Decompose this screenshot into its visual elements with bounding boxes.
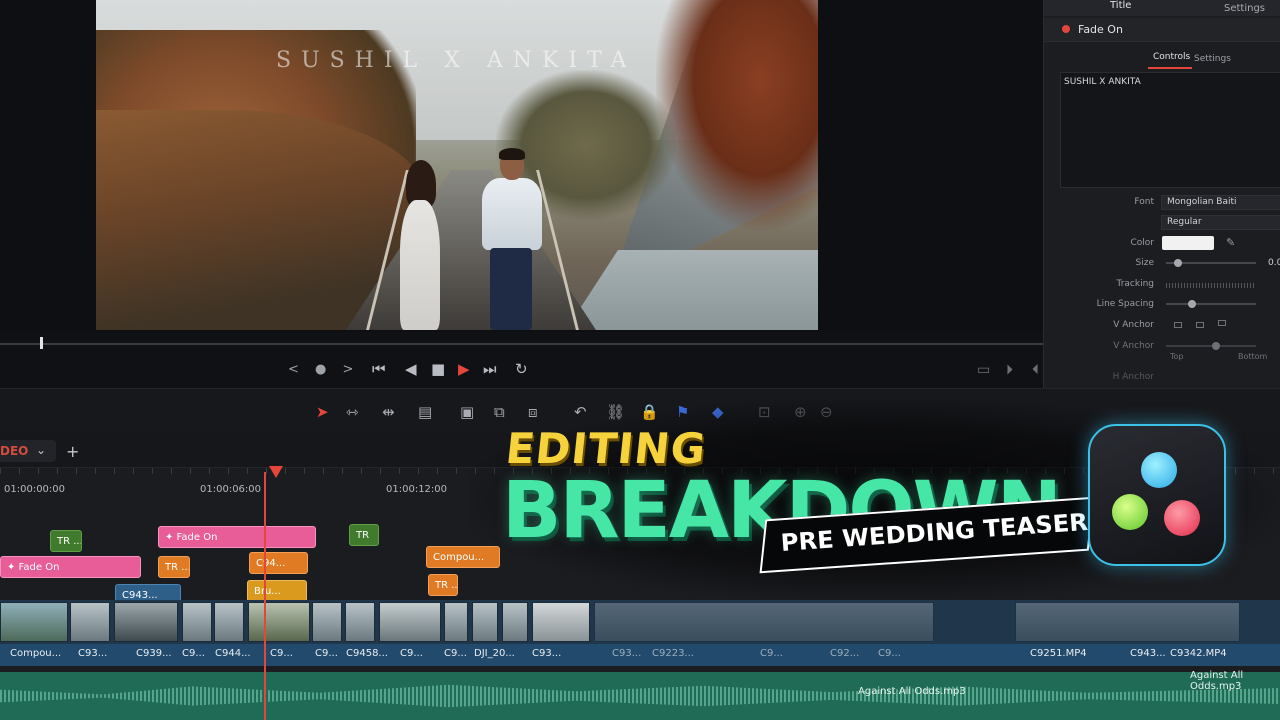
video-clip-label[interactable]: C9342.MP4: [1170, 648, 1227, 659]
video-clip-labels: Compou... C93... C939... C9... C944... C…: [0, 644, 1280, 666]
trim-tool-icon[interactable]: ⇿: [346, 403, 359, 421]
clip-fade-on-1[interactable]: ✦ Fade On: [0, 556, 141, 578]
person-man: [476, 148, 546, 330]
anchor-bottom-toggle[interactable]: [1218, 320, 1226, 326]
davinci-resolve-logo-icon: [1088, 424, 1226, 566]
tab-sub-settings[interactable]: Settings: [1194, 54, 1231, 64]
first-frame-icon[interactable]: ⏮: [372, 360, 386, 378]
tab-controls[interactable]: Controls: [1153, 52, 1190, 62]
tracking-slider[interactable]: [1166, 283, 1256, 288]
video-clip-label[interactable]: C9223...: [652, 648, 694, 659]
loop-icon[interactable]: ↻: [515, 360, 528, 378]
video-clip-label[interactable]: C9458...: [346, 648, 388, 659]
timecode-2: 01:00:12:00: [386, 484, 448, 495]
clip-bru[interactable]: Bru...: [247, 580, 307, 602]
line-spacing-slider[interactable]: [1166, 300, 1256, 308]
inspector-panel: Title Settings Fade On Controls Settings…: [1043, 0, 1280, 420]
v-anchor-slider[interactable]: [1166, 342, 1256, 350]
play-icon[interactable]: ▶: [458, 360, 470, 378]
anchor-middle-toggle[interactable]: [1196, 322, 1204, 328]
overlay-banner-text: PRE WEDDING TEASER: [779, 508, 1089, 557]
video-clip-label[interactable]: Compou...: [10, 648, 61, 659]
clip-tr-4[interactable]: TR ...: [428, 574, 458, 596]
video-clip-label[interactable]: C9...: [315, 648, 338, 659]
prev-edit-icon[interactable]: ⏴: [1032, 362, 1039, 378]
scrubber-playhead[interactable]: [40, 337, 43, 349]
timeline-playhead[interactable]: [264, 472, 266, 720]
color-swatch[interactable]: [1162, 236, 1214, 250]
video-clip-label[interactable]: C93...: [532, 648, 561, 659]
chevron-down-icon[interactable]: ⌄: [36, 443, 46, 457]
davinci-resolve-window: SUSHIL X ANKITA < ● > ⏮ ◀ ■ ▶ ⏭ ↻ ▭ ⏵ ⏴ …: [0, 0, 1280, 720]
video-preview[interactable]: SUSHIL X ANKITA: [96, 0, 818, 330]
video-clip-label[interactable]: C9...: [182, 648, 205, 659]
size-label: Size: [1135, 258, 1154, 268]
video-title-text: SUSHIL X ANKITA: [276, 48, 637, 73]
audio-track-a1[interactable]: [0, 672, 1280, 720]
transport-controls: ⏮ ◀ ■ ▶ ⏭ ↻: [0, 352, 1055, 386]
font-label: Font: [1134, 197, 1154, 207]
effect-enable-toggle[interactable]: [1062, 25, 1070, 33]
dynamic-trim-icon[interactable]: ⇹: [382, 403, 395, 421]
person-woman: [396, 160, 444, 330]
size-value[interactable]: 0.0: [1268, 258, 1280, 268]
line-spacing-label: Line Spacing: [1096, 299, 1154, 309]
selection-tool-icon[interactable]: ➤: [316, 403, 329, 421]
clip-tr-2[interactable]: TR ...: [158, 556, 190, 578]
size-slider[interactable]: [1166, 259, 1256, 267]
video-clip-label[interactable]: C9...: [400, 648, 423, 659]
blade-tool-icon[interactable]: ▤: [418, 403, 432, 421]
timecode-0: 01:00:00:00: [4, 484, 66, 495]
video-clip-label[interactable]: C943...: [1130, 648, 1166, 659]
timeline-selector[interactable]: DEO ⌄: [0, 440, 56, 462]
tab-settings[interactable]: Settings: [1224, 3, 1265, 14]
video-clip-label[interactable]: C939...: [136, 648, 172, 659]
tracking-label: Tracking: [1116, 279, 1154, 289]
audio-clip-label[interactable]: Against All Odds.mp3: [858, 686, 966, 697]
color-label: Color: [1130, 238, 1155, 248]
video-clip-label[interactable]: C9...: [270, 648, 293, 659]
audio-waveform: [0, 684, 1280, 708]
bottom-label: Bottom: [1238, 352, 1268, 361]
audio-clip-label[interactable]: Against All Odds.mp3: [1190, 670, 1280, 692]
effect-name: Fade On: [1078, 23, 1123, 36]
video-clip-label[interactable]: C9...: [760, 648, 783, 659]
video-clip-label[interactable]: C944...: [215, 648, 251, 659]
add-timeline-icon[interactable]: +: [66, 442, 79, 461]
viewer-scrubber[interactable]: [0, 343, 1045, 345]
video-clip-label[interactable]: C93...: [78, 648, 107, 659]
eyedropper-icon[interactable]: ✎: [1226, 236, 1235, 249]
video-clip-label[interactable]: C9...: [444, 648, 467, 659]
top-label: Top: [1170, 352, 1184, 361]
last-frame-icon[interactable]: ⏭: [483, 360, 497, 378]
v-anchor-label: V Anchor: [1113, 320, 1154, 330]
tab-title[interactable]: Title: [1110, 0, 1131, 11]
timeline-name: DEO: [0, 444, 29, 458]
font-style-dropdown[interactable]: Regular: [1161, 215, 1280, 230]
next-edit-icon[interactable]: ⏵: [1006, 362, 1013, 378]
effect-header[interactable]: Fade On: [1044, 18, 1280, 42]
video-clip-label[interactable]: C93...: [612, 648, 641, 659]
clip-tr-3[interactable]: TR: [349, 524, 379, 546]
v-anchor-label-2: V Anchor: [1113, 341, 1154, 351]
video-clip-label[interactable]: C9...: [878, 648, 901, 659]
timecode-1: 01:00:06:00: [200, 484, 262, 495]
viewer-panel: SUSHIL X ANKITA: [0, 0, 1055, 332]
reverse-icon[interactable]: ◀: [405, 360, 417, 378]
rich-text-input[interactable]: SUSHIL X ANKITA: [1060, 72, 1280, 188]
clip-tr-1[interactable]: TR ...: [50, 530, 82, 552]
match-frame-icon[interactable]: ▭: [977, 362, 990, 378]
font-dropdown[interactable]: Mongolian Baiti: [1161, 195, 1280, 210]
stop-icon[interactable]: ■: [431, 360, 445, 378]
clip-c94[interactable]: C94...: [249, 552, 308, 574]
video-clip-label[interactable]: DJI_20...: [474, 648, 515, 659]
h-anchor-label: H Anchor: [1112, 372, 1154, 382]
video-clip-label[interactable]: C9251.MP4: [1030, 648, 1087, 659]
clip-fade-on-2[interactable]: ✦ Fade On: [158, 526, 316, 548]
anchor-top-toggle[interactable]: [1174, 322, 1182, 328]
video-clip-label[interactable]: C92...: [830, 648, 859, 659]
